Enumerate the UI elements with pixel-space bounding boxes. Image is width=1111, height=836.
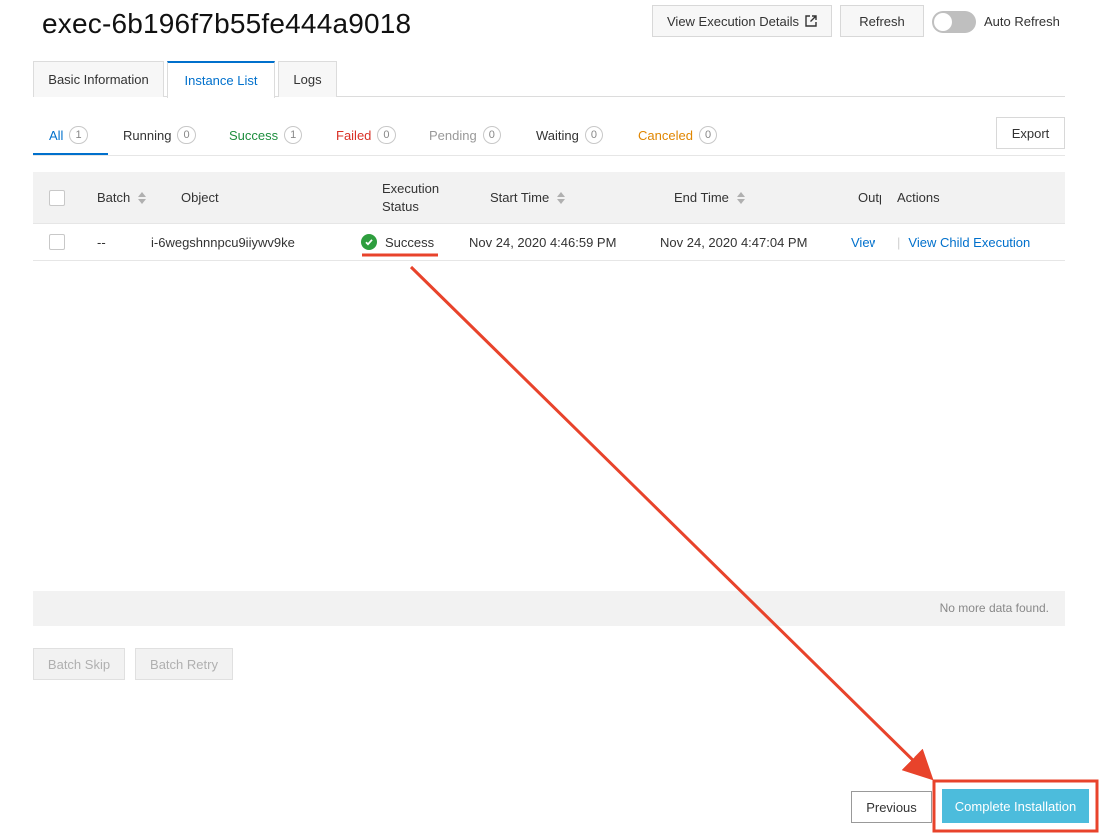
no-more-data-text: No more data found. bbox=[939, 601, 1049, 615]
select-all-checkbox[interactable] bbox=[49, 190, 65, 206]
row-batch: -- bbox=[97, 234, 106, 250]
row-actions: | View Child Execution bbox=[889, 224, 1030, 260]
previous-button[interactable]: Previous bbox=[851, 791, 932, 823]
column-start-time[interactable]: Start Time bbox=[490, 172, 566, 223]
column-output: Output bbox=[858, 190, 881, 205]
status-filter-bar: All 1 Running 0 Success 1 Failed 0 Pending 0 … bbox=[33, 116, 1065, 156]
complete-installation-button[interactable]: Complete Installation bbox=[942, 789, 1089, 823]
batch-skip-button[interactable]: Batch Skip bbox=[33, 648, 125, 680]
column-label-line1: Execution bbox=[382, 180, 440, 196]
column-label: Start Time bbox=[490, 190, 550, 205]
view-execution-details-label: View Execution Details bbox=[667, 13, 799, 29]
table-footer: No more data found. bbox=[33, 591, 1065, 626]
view-execution-details-button[interactable]: View Execution Details bbox=[652, 5, 832, 37]
filter-failed[interactable]: Failed 0 bbox=[336, 124, 396, 146]
table-row: -- i-6wegshnnpcu9iiywv9ke Success Nov 24… bbox=[33, 224, 1065, 261]
column-execution-status: Execution Status bbox=[382, 172, 439, 223]
column-end-time[interactable]: End Time bbox=[674, 172, 745, 223]
view-child-execution-link[interactable]: View Child Execution bbox=[908, 235, 1030, 250]
export-button[interactable]: Export bbox=[996, 117, 1065, 149]
filter-label: Failed bbox=[336, 127, 372, 143]
row-execution-status: Success bbox=[361, 224, 434, 260]
sort-icon bbox=[557, 191, 566, 204]
filter-label: All bbox=[49, 127, 64, 143]
tab-bar: Basic Information Instance List Logs bbox=[33, 61, 1065, 98]
filter-label: Success bbox=[229, 127, 279, 143]
success-check-icon bbox=[361, 234, 377, 250]
row-object: i-6wegshnnpcu9iiywv9ke bbox=[151, 234, 295, 250]
row-start-time: Nov 24, 2020 4:46:59 PM bbox=[469, 234, 617, 250]
row-end-time: Nov 24, 2020 4:47:04 PM bbox=[660, 234, 808, 250]
filter-all[interactable]: All 1 bbox=[49, 124, 88, 146]
column-object: Object bbox=[181, 190, 219, 205]
filter-success[interactable]: Success 1 bbox=[229, 124, 303, 146]
filter-count: 0 bbox=[177, 126, 196, 144]
filter-pending[interactable]: Pending 0 bbox=[429, 124, 501, 146]
auto-refresh-label: Auto Refresh bbox=[984, 14, 1060, 29]
column-batch[interactable]: Batch bbox=[97, 172, 147, 223]
filter-count: 1 bbox=[69, 126, 88, 144]
sort-icon bbox=[736, 191, 745, 204]
status-text: Success bbox=[385, 234, 435, 250]
filter-label: Pending bbox=[429, 127, 477, 143]
page-title: exec-6b196f7b55fe444a9018 bbox=[42, 8, 412, 39]
column-label: End Time bbox=[674, 190, 729, 205]
filter-running[interactable]: Running 0 bbox=[123, 124, 196, 146]
table-header: Batch Object Execution Status Start Time… bbox=[33, 172, 1065, 224]
refresh-button[interactable]: Refresh bbox=[840, 5, 924, 37]
tab-instance-list[interactable]: Instance List bbox=[167, 61, 275, 98]
auto-refresh-toggle[interactable] bbox=[932, 11, 976, 33]
filter-canceled[interactable]: Canceled 0 bbox=[638, 124, 718, 146]
tab-basic-information[interactable]: Basic Information bbox=[33, 61, 164, 97]
filter-label: Canceled bbox=[638, 127, 693, 143]
action-separator: | bbox=[897, 234, 901, 250]
view-output-link[interactable]: View bbox=[851, 224, 875, 260]
filter-count: 0 bbox=[482, 126, 501, 144]
filter-count: 0 bbox=[377, 126, 396, 144]
column-label-line2: Status bbox=[382, 198, 419, 214]
filter-label: Running bbox=[123, 127, 172, 143]
filter-label: Waiting bbox=[536, 127, 579, 143]
tab-logs[interactable]: Logs bbox=[278, 61, 337, 97]
filter-waiting[interactable]: Waiting 0 bbox=[536, 124, 603, 146]
column-label: Batch bbox=[97, 190, 131, 205]
filter-count: 0 bbox=[698, 126, 718, 144]
filter-count: 1 bbox=[284, 126, 303, 144]
instance-table: Batch Object Execution Status Start Time… bbox=[33, 172, 1065, 261]
column-actions: Actions bbox=[897, 190, 940, 205]
batch-retry-button[interactable]: Batch Retry bbox=[135, 648, 233, 680]
arrow-annotation bbox=[409, 265, 934, 781]
toggle-knob bbox=[934, 13, 952, 31]
row-checkbox[interactable] bbox=[49, 234, 65, 250]
filter-count: 0 bbox=[584, 126, 603, 144]
external-link-icon bbox=[805, 15, 817, 27]
active-filter-underline bbox=[33, 153, 108, 155]
sort-icon bbox=[138, 191, 147, 204]
